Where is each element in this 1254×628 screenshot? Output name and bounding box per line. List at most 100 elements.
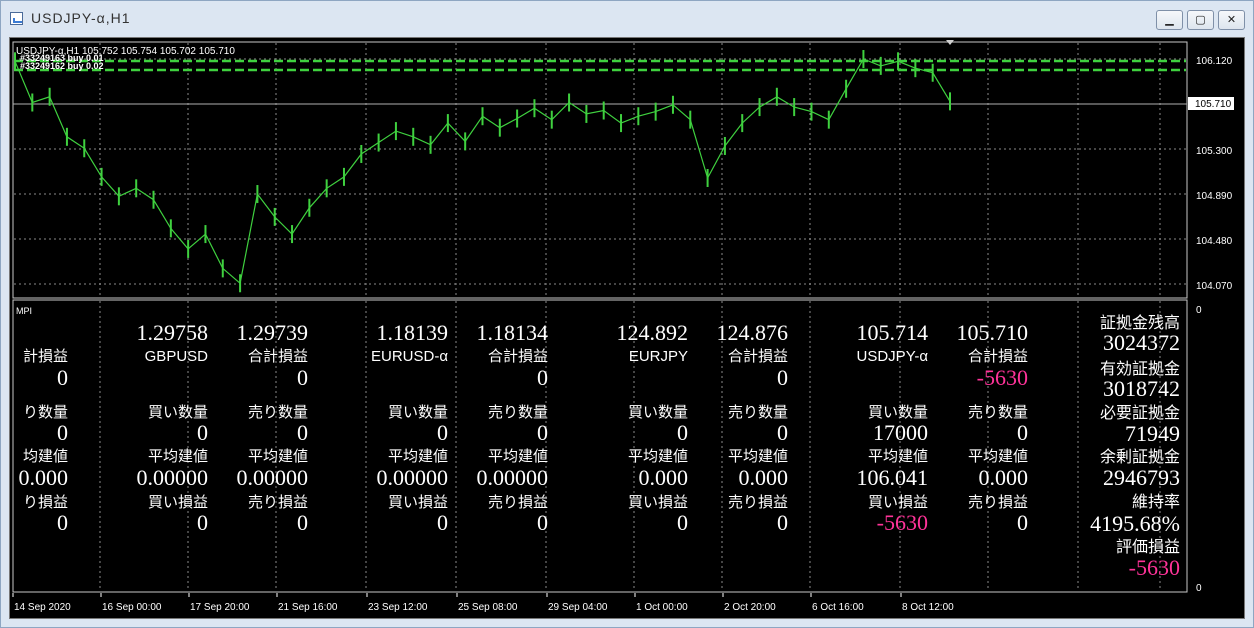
panel-sell-qty: 0 [777,420,788,445]
time-tick: 14 Sep 2020 [14,602,71,613]
panel-sell-pl-label: 売り損益 [248,494,308,511]
time-tick: 8 Oct 12:00 [902,602,954,613]
panel-total-value: 0 [297,365,308,390]
minimize-button[interactable]: ▁ [1156,10,1183,30]
panel-sell-qty: 0 [57,420,68,445]
panel-sell-avg-label: 平均建値 [488,448,548,465]
chart-area[interactable]: USDJPY-α,H1 105.752 105.754 105.702 105.… [9,37,1245,619]
account-label: 評価損益 [1116,538,1180,556]
panel-total-value: 0 [537,365,548,390]
panel-buy-qty: 0 [197,420,208,445]
panel-buy-pl-label: 買い損益 [868,494,928,511]
panel-sell-avg-label: 平均建値 [728,448,788,465]
panel-sell-qty-label: 売り数量 [488,404,548,421]
panel-buy-avg-label: 平均建値 [388,448,448,465]
panel-buy-avg: 0.000 [639,465,689,490]
panel-buy-pl-label: 買い損益 [388,494,448,511]
panel-buy-pl: 0 [197,510,208,535]
panel-buy-qty: 17000 [873,420,928,445]
time-tick: 29 Sep 04:00 [548,602,608,613]
panel-sell-avg-label: 平均建値 [968,448,1028,465]
price-pane-frame [12,41,1188,299]
price-tick: 106.120 [1196,56,1233,67]
indicator-tick: 0 [1196,305,1202,316]
panel-buy-qty-label: 買い数量 [868,404,928,421]
time-tick: 17 Sep 20:00 [190,602,250,613]
panel-symbol: EURJPY [629,348,688,365]
panel-bid: 1.18139 [377,320,449,345]
order-label-2: #33249162 buy 0.02 [20,61,104,71]
panel-sell-pl-label: 売り損益 [488,494,548,511]
panel-ask: 124.876 [717,320,789,345]
account-value: 2946793 [1103,465,1180,490]
price-tick: 105.300 [1196,146,1233,157]
panel-buy-pl: 0 [677,510,688,535]
panel-sell-pl-label: り損益 [23,494,68,511]
panel-ask: 1.18134 [477,320,549,345]
price-tick: 104.890 [1196,191,1233,202]
panel-buy-pl-label: 買い損益 [148,494,208,511]
panel-buy-qty-label: 買い数量 [148,404,208,421]
panel-total-value: 0 [777,365,788,390]
panel-sell-pl-label: 売り損益 [728,494,788,511]
indicator-tick: 0 [1196,583,1202,594]
panel-sell-pl: 0 [537,510,548,535]
maximize-button[interactable]: ▢ [1187,10,1214,30]
title-bar[interactable]: USDJPY-α,H1 ▁ ▢ ✕ [1,1,1253,37]
panel-bid: 105.714 [857,320,929,345]
panel-total-label: 計損益 [23,348,68,365]
panel-sell-avg: 0.000 [739,465,789,490]
panel-sell-qty: 0 [297,420,308,445]
price-chart[interactable]: USDJPY-α,H1 105.752 105.754 105.702 105.… [10,38,1244,618]
panel-total-label: 合計損益 [728,348,788,365]
time-axis: 14 Sep 2020 16 Sep 00:00 17 Sep 20:00 21 Se… [12,593,954,613]
panel-sell-pl: 0 [57,510,68,535]
time-tick: 21 Sep 16:00 [278,602,338,613]
panel-buy-avg: 106.041 [857,465,929,490]
window-title: USDJPY-α,H1 [31,10,131,26]
panel-sell-qty: 0 [537,420,548,445]
panel-total-label: 合計損益 [968,348,1028,365]
close-button[interactable]: ✕ [1218,10,1245,30]
indicator-name: MPI [16,306,32,316]
account-label: 必要証拠金 [1100,404,1180,422]
account-value: -5630 [1129,555,1180,580]
position-panel: 7.148計損益0り数量0均建値0.000り損益01.297581.29739G… [19,320,1029,535]
time-tick: 2 Oct 20:00 [724,602,776,613]
time-tick: 16 Sep 00:00 [102,602,162,613]
panel-sell-qty: 0 [1017,420,1028,445]
price-tick: 104.480 [1196,236,1233,247]
account-label: 維持率 [1132,493,1180,511]
panel-buy-pl-label: 買い損益 [628,494,688,511]
panel-ask: 1.29739 [237,320,309,345]
panel-total-label: 合計損益 [488,348,548,365]
price-tick: 104.070 [1196,281,1233,292]
panel-buy-avg: 0.00000 [377,465,449,490]
account-label: 余剰証拠金 [1100,447,1180,466]
panel-buy-avg-label: 平均建値 [148,448,208,465]
panel-sell-qty-label: 売り数量 [248,404,308,421]
panel-sell-pl-label: 売り損益 [968,494,1028,511]
panel-buy-avg-label: 平均建値 [868,448,928,465]
panel-symbol: EURUSD-α [371,348,448,365]
panel-bid: 1.29758 [137,320,209,345]
panel-sell-pl: 0 [297,510,308,535]
panel-symbol: USDJPY-α [857,348,929,365]
chart-window-icon [10,12,23,25]
panel-sell-avg-label: 均建値 [23,448,68,465]
order-level-lines [14,59,1186,72]
account-value: 4195.68% [1090,511,1180,536]
panel-ask: 105.710 [957,320,1029,345]
account-value: 3018742 [1103,376,1180,401]
time-tick: 25 Sep 08:00 [458,602,518,613]
panel-sell-avg: 0.00000 [477,465,549,490]
panel-sell-pl: 0 [1017,510,1028,535]
panel-sell-pl: 0 [777,510,788,535]
panel-buy-avg: 0.00000 [137,465,209,490]
panel-symbol: GBPUSD [145,348,209,365]
panel-buy-qty: 0 [437,420,448,445]
current-price-label: 105.710 [1195,99,1232,110]
panel-sell-qty-label: 売り数量 [728,404,788,421]
panel-buy-avg-label: 平均建値 [628,448,688,465]
panel-sell-avg: 0.00000 [237,465,309,490]
